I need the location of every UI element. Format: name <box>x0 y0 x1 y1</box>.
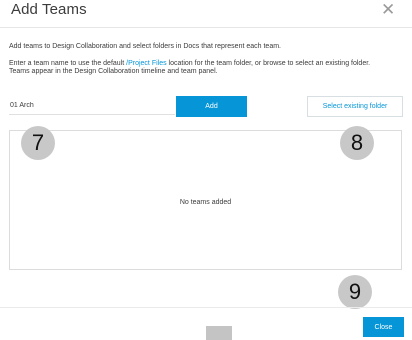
scrollbar-thumb[interactable] <box>206 326 232 340</box>
title-divider <box>0 27 412 28</box>
instructions-part1: Enter a team name to use the default <box>9 60 127 67</box>
dialog-title: Add Teams <box>11 1 87 18</box>
close-button[interactable]: Close <box>363 317 404 337</box>
team-name-input[interactable] <box>9 96 175 115</box>
project-files-link[interactable]: /Project Files <box>126 60 166 67</box>
step-marker-7: 7 <box>21 126 55 160</box>
step-marker-9: 9 <box>338 275 372 309</box>
close-icon[interactable]: ✕ <box>381 0 395 21</box>
footer-divider <box>0 307 412 308</box>
instructions-text: Enter a team name to use the default /Pr… <box>9 60 379 75</box>
step-marker-8: 8 <box>340 126 374 160</box>
add-button[interactable]: Add <box>176 96 247 117</box>
select-existing-folder-button[interactable]: Select existing folder <box>307 96 403 117</box>
empty-teams-message: No teams added <box>179 199 232 206</box>
intro-text: Add teams to Design Collaboration and se… <box>9 43 281 50</box>
